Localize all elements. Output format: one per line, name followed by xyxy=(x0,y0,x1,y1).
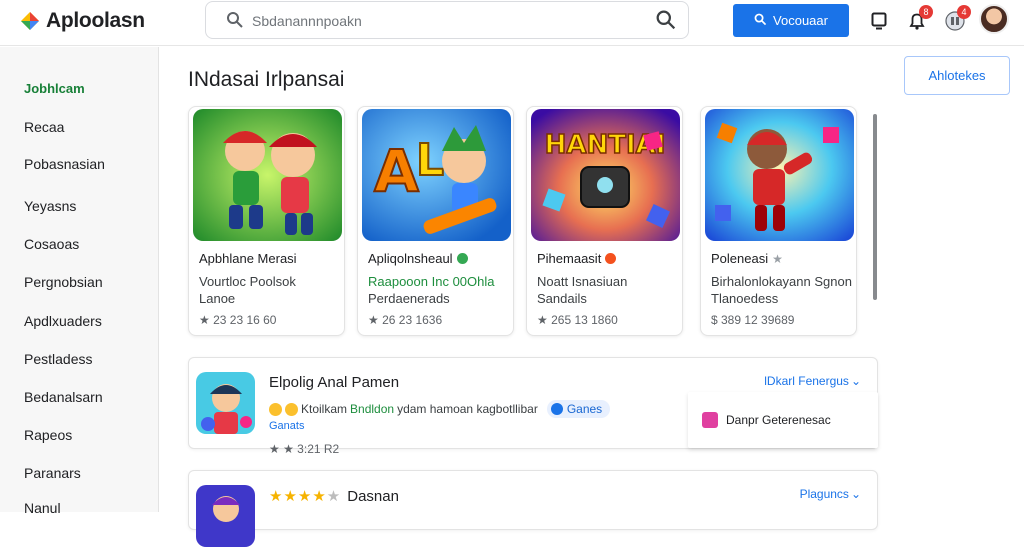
list-item-line: Ktoilkam Bndldon ydam hamoan kagbotlliba… xyxy=(269,400,611,418)
sidebar-item-2[interactable]: Recaa xyxy=(24,119,64,135)
badge-icon xyxy=(605,253,617,264)
voice-search-button[interactable]: Vocouaar xyxy=(733,4,849,37)
app-card-art: HANTIAI xyxy=(531,109,680,241)
app-desc: Raapooon Inc 00Ohla xyxy=(368,274,495,289)
view-more-link[interactable]: lDkarl Fenergus ⌄ xyxy=(764,374,861,388)
sidebar-item-3[interactable]: Pobasnasian xyxy=(24,156,105,172)
app-meta: ★ 23 23 16 60 xyxy=(199,313,277,327)
app-card[interactable]: A L Apliqolnsheaul Raapooon Inc 00Ohla P… xyxy=(357,106,514,336)
notification-badge: 4 xyxy=(957,5,971,19)
sidebar-item-5[interactable]: Cosaoas xyxy=(24,236,79,252)
app-desc: Noatt Isnasiuan xyxy=(537,274,628,289)
app-name: Poleneasi ★ xyxy=(711,251,783,266)
search-input[interactable]: Sbdanannnpoakn xyxy=(252,13,362,29)
sidebar-item-4[interactable]: Yeyasns xyxy=(24,198,76,214)
carousel-scrollbar[interactable] xyxy=(873,114,877,300)
avatar[interactable] xyxy=(979,4,1009,34)
bell-icon[interactable]: 8 xyxy=(904,5,933,34)
verified-icon xyxy=(456,253,468,264)
notification-badge: 8 xyxy=(919,5,933,19)
list-item-title: Elpolig Anal Pamen xyxy=(269,374,400,391)
rating-stars: ★★★★★ xyxy=(269,488,342,505)
link-label: lDkarl Fenergus xyxy=(764,374,849,388)
list-item-thumbnail xyxy=(196,485,255,547)
chip-icon xyxy=(550,403,563,415)
app-card-art xyxy=(193,109,342,241)
app-logo[interactable]: Aploolasn xyxy=(20,9,145,33)
page-title: INdasai Irlpansai xyxy=(188,68,345,91)
view-more-link[interactable]: Plaguncs ⌄ xyxy=(800,487,861,501)
tablet-icon[interactable] xyxy=(866,8,892,34)
svg-text:A: A xyxy=(374,137,419,205)
search-icon xyxy=(226,11,244,34)
category-chip[interactable]: Ganes xyxy=(546,400,611,418)
sidebar-item-12[interactable]: Nanul xyxy=(24,500,61,516)
emoji-icon xyxy=(269,402,282,416)
search-icon xyxy=(754,13,767,29)
search-submit-icon[interactable] xyxy=(656,10,676,35)
logo-icon xyxy=(20,11,40,31)
top-bar: Aploolasn Sbdanannnpoakn Vocouaar 8 4 xyxy=(0,0,1024,46)
sidebar-item-6[interactable]: Pergnobsian xyxy=(24,274,103,290)
app-card-art: A L xyxy=(362,109,511,241)
chevron-down-icon: ⌄ xyxy=(850,487,861,501)
app-title: Aploolasn xyxy=(46,9,145,32)
list-item-subtitle: Ganats xyxy=(269,420,305,432)
app-card[interactable]: Poleneasi ★ Birhalonlokayann Sgnon Tlano… xyxy=(700,106,857,336)
line-highlight: Bndldon xyxy=(350,402,395,416)
voice-button-label: Vocouaar xyxy=(773,13,828,28)
app-desc: Lanoe xyxy=(199,291,236,306)
sidebar-item-11[interactable]: Paranars xyxy=(24,465,81,481)
app-name: Apbhlane Merasi xyxy=(199,251,297,266)
app-desc: Birhalonlokayann Sgnon xyxy=(711,274,852,289)
app-meta: $ 389 12 39689 xyxy=(711,313,795,327)
app-desc: Perdaenerads xyxy=(368,291,450,306)
list-item-meta: ★ ★ 3:21 R2 xyxy=(269,442,340,456)
line-text: Ktoilkam xyxy=(301,402,348,416)
app-desc: Vourtloc Poolsok xyxy=(199,274,296,289)
app-name-text: Poleneasi xyxy=(711,251,769,266)
app-name: Apliqolnsheaul xyxy=(368,251,468,266)
gift-icon xyxy=(702,412,718,428)
app-name-text: Pihemaasit xyxy=(537,251,602,266)
emoji-icon xyxy=(285,402,298,416)
dropdown-menu-item[interactable]: Danpr Geterenesac xyxy=(688,392,878,448)
list-item-thumbnail xyxy=(196,372,255,434)
list-item-title: ★★★★★ Dasnan xyxy=(269,487,399,506)
list-item-title-text: Dasnan xyxy=(347,487,399,505)
chevron-down-icon: ⌄ xyxy=(850,374,861,388)
sidebar-item-10[interactable]: Rapeos xyxy=(24,427,72,443)
app-card-art xyxy=(705,109,854,241)
list-item[interactable]: ★★★★★ Dasnan Plaguncs ⌄ xyxy=(188,470,878,547)
dropdown-item-label: Danpr Geterenesac xyxy=(726,413,831,427)
svg-text:L: L xyxy=(416,135,444,186)
app-meta: ★ 265 13 1860 xyxy=(537,313,618,327)
sidebar-item-7[interactable]: Apdlxuaders xyxy=(24,313,102,329)
app-name: Pihemaasit xyxy=(537,251,617,266)
filter-button[interactable]: Ahlotekes xyxy=(904,56,1010,95)
app-meta: ★ 26 23 1636 xyxy=(368,313,443,327)
line-text: ydam hamoan kagbotllibar xyxy=(397,402,538,416)
star-icon: ★ xyxy=(772,251,783,266)
app-desc: Sandails xyxy=(537,291,587,306)
link-label: Plaguncs xyxy=(799,487,849,501)
sidebar-item-8[interactable]: Pestladess xyxy=(24,351,92,367)
chip-label: Ganes xyxy=(566,402,603,416)
sidebar: Jobhlcam Recaa Pobasnasian Yeyasns Cosao… xyxy=(0,47,159,516)
apps-icon[interactable]: 4 xyxy=(942,5,971,34)
sidebar-item-home[interactable]: Jobhlcam xyxy=(24,81,85,96)
app-card[interactable]: Apbhlane Merasi Vourtloc Poolsok Lanoe ★… xyxy=(188,106,345,336)
app-desc: Tlanoedess xyxy=(711,291,779,306)
app-card[interactable]: HANTIAI Pihemaasit Noatt Isnasiuan Sanda… xyxy=(526,106,683,336)
search-bar[interactable]: Sbdanannnpoakn xyxy=(205,1,689,39)
app-name-text: Apliqolnsheaul xyxy=(368,251,453,266)
sidebar-item-9[interactable]: Bedanalsarn xyxy=(24,389,103,405)
